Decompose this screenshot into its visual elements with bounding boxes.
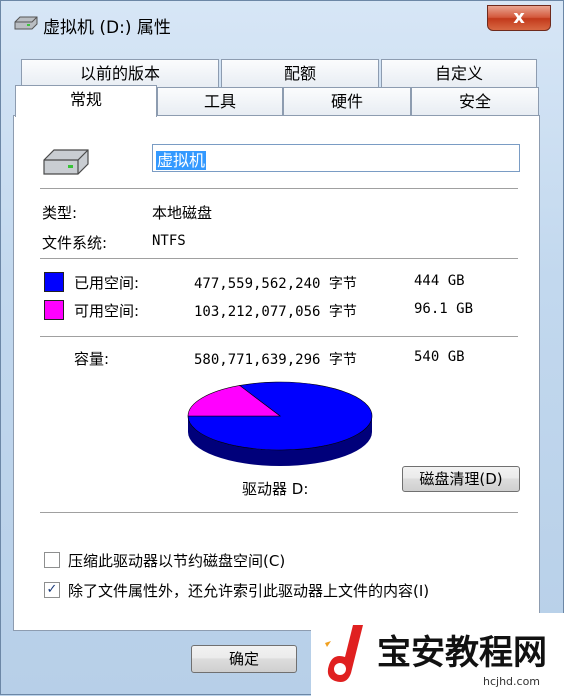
drive-name-value: 虚拟机: [156, 151, 207, 170]
tab-general[interactable]: 常规: [15, 85, 157, 117]
general-panel: 虚拟机 类型: 本地磁盘 文件系统: NTFS 已用空间: 477,559,56…: [13, 115, 540, 631]
window-title: 虚拟机 (D:) 属性: [43, 18, 171, 38]
capacity-label: 容量:: [74, 350, 110, 368]
separator: [40, 258, 518, 259]
tab-quota[interactable]: 配额: [221, 59, 379, 87]
type-label: 类型:: [42, 204, 78, 222]
drive-label: 驱动器 D:: [242, 480, 309, 498]
compress-label: 压缩此驱动器以节约磁盘空间(C): [68, 552, 286, 570]
filesystem-value: NTFS: [152, 233, 186, 249]
capacity-bytes: 580,771,639,296 字节: [194, 352, 357, 368]
watermark-text: 宝安教程网: [377, 633, 547, 673]
tab-previous-versions[interactable]: 以前的版本: [21, 59, 219, 87]
disk-cleanup-button[interactable]: 磁盘清理(D): [402, 466, 520, 492]
type-value: 本地磁盘: [152, 204, 213, 222]
compress-checkbox[interactable]: [44, 552, 60, 568]
hard-drive-icon: [43, 149, 89, 175]
drive-name-input[interactable]: 虚拟机: [152, 144, 520, 172]
close-button[interactable]: x: [487, 5, 551, 31]
title-bar[interactable]: 虚拟机 (D:) 属性 x: [1, 1, 563, 43]
drive-icon: [14, 16, 38, 30]
free-label: 可用空间:: [74, 302, 140, 320]
disk-usage-pie-chart: [187, 381, 373, 466]
free-bytes: 103,212,077,056 字节: [194, 304, 357, 320]
used-bytes: 477,559,562,240 字节: [194, 276, 357, 292]
used-label: 已用空间:: [74, 274, 140, 292]
tab-hardware[interactable]: 硬件: [283, 87, 411, 115]
free-swatch: [44, 300, 64, 320]
properties-window: 虚拟机 (D:) 属性 x 以前的版本 配额 自定义 常规 工具 硬件 安全 虚…: [0, 0, 564, 696]
tab-customize[interactable]: 自定义: [381, 59, 537, 87]
filesystem-label: 文件系统:: [42, 234, 108, 252]
watermark-url: hcjhd.com: [483, 675, 541, 688]
used-swatch: [44, 272, 64, 292]
free-gb: 96.1 GB: [414, 301, 474, 317]
separator: [40, 188, 518, 189]
index-checkbox[interactable]: ✓: [44, 582, 60, 598]
watermark-logo-icon: [325, 625, 363, 682]
tab-tools[interactable]: 工具: [157, 87, 283, 115]
separator: [40, 512, 518, 513]
tab-security[interactable]: 安全: [411, 87, 539, 115]
watermark: 宝安教程网 hcjhd.com: [311, 613, 564, 696]
capacity-gb: 540 GB: [414, 349, 465, 365]
separator: [40, 336, 518, 337]
ok-button[interactable]: 确定: [191, 645, 297, 673]
index-label: 除了文件属性外，还允许索引此驱动器上文件的内容(I): [68, 582, 430, 600]
used-gb: 444 GB: [414, 273, 465, 289]
